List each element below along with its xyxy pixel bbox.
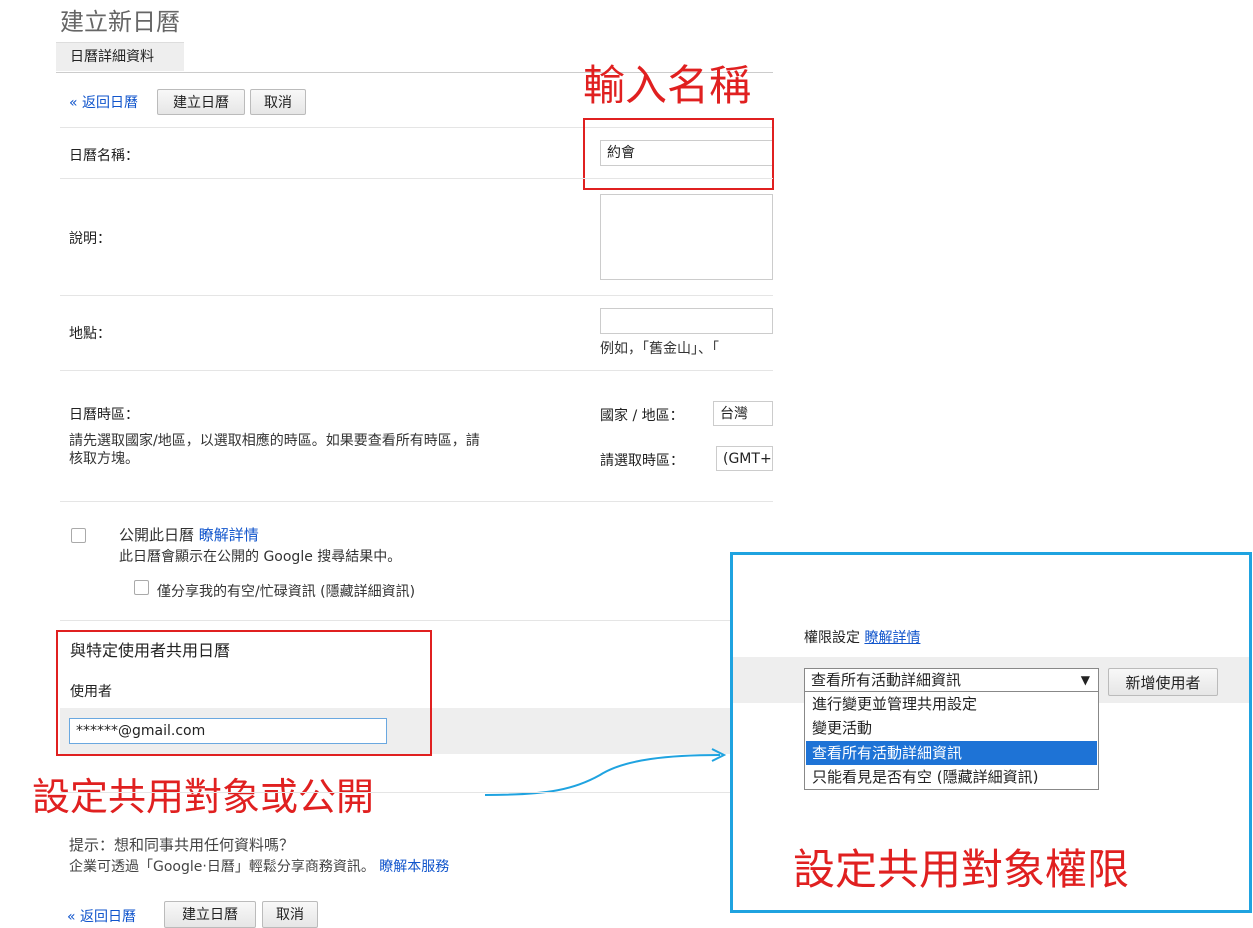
back-to-calendar-link-bottom[interactable]: « 返回日曆 bbox=[67, 906, 136, 926]
description-textarea[interactable] bbox=[600, 194, 773, 280]
annotation-set-share: 設定共用對象或公開 bbox=[32, 775, 375, 819]
location-label: 地點： bbox=[69, 326, 111, 342]
permissions-label: 權限設定 瞭解詳情 bbox=[804, 627, 920, 647]
permissions-select-value: 查看所有活動詳細資訊 bbox=[811, 671, 962, 689]
public-label-text: 公開此日曆 bbox=[119, 526, 195, 544]
cancel-button-bottom[interactable]: 取消 bbox=[262, 901, 318, 928]
location-input[interactable] bbox=[600, 308, 773, 334]
cancel-button[interactable]: 取消 bbox=[250, 89, 306, 115]
public-checkbox[interactable] bbox=[71, 528, 86, 543]
create-calendar-button[interactable]: 建立日曆 bbox=[157, 89, 245, 115]
tip-line-1: 提示：想和同事共用任何資料嗎？ bbox=[69, 836, 295, 854]
permission-option-view-all[interactable]: 查看所有活動詳細資訊 bbox=[806, 741, 1097, 765]
page-title: 建立新日曆 bbox=[60, 8, 180, 36]
zone-label: 請選取時區： bbox=[600, 453, 684, 469]
description-label: 說明： bbox=[69, 231, 111, 247]
public-description: 此日曆會顯示在公開的 Google 搜尋結果中。 bbox=[119, 549, 402, 565]
country-label: 國家 / 地區： bbox=[600, 408, 684, 424]
annotation-enter-name: 輸入名稱 bbox=[583, 61, 752, 110]
divider bbox=[60, 370, 773, 371]
create-calendar-button-bottom[interactable]: 建立日曆 bbox=[164, 901, 256, 928]
divider bbox=[60, 295, 773, 296]
permissions-learn-more-link[interactable]: 瞭解詳情 bbox=[864, 630, 920, 646]
learn-service-link[interactable]: 瞭解本服務 bbox=[379, 859, 449, 875]
busy-only-checkbox[interactable] bbox=[134, 580, 149, 595]
highlight-name-box bbox=[583, 118, 774, 190]
divider bbox=[60, 178, 773, 179]
divider bbox=[60, 792, 773, 793]
permission-option-free-busy[interactable]: 只能看見是否有空 (隱藏詳細資訊) bbox=[806, 765, 1097, 789]
calendar-name-label: 日曆名稱： bbox=[69, 148, 139, 164]
annotation-arrow bbox=[484, 748, 727, 796]
permission-option-edit[interactable]: 變更活動 bbox=[806, 716, 1097, 740]
chevron-down-icon: ▼ bbox=[1080, 673, 1090, 687]
tip-line-2-text: 企業可透過「Google‧日曆」輕鬆分享商務資訊。 bbox=[69, 859, 375, 875]
permission-option-manage[interactable]: 進行變更並管理共用設定 bbox=[806, 692, 1097, 716]
highlight-share-box bbox=[56, 630, 432, 756]
back-to-calendar-link[interactable]: « 返回日曆 bbox=[69, 92, 138, 112]
divider bbox=[60, 501, 773, 502]
country-select[interactable]: 台灣 bbox=[713, 401, 773, 426]
timezone-help-1: 請先選取國家/地區，以選取相應的時區。如果要查看所有時區，請 bbox=[69, 433, 480, 449]
public-label: 公開此日曆 瞭解詳情 bbox=[119, 524, 259, 545]
timezone-label: 日曆時區： bbox=[69, 407, 139, 423]
permissions-select[interactable]: 查看所有活動詳細資訊 ▼ bbox=[804, 668, 1099, 692]
add-user-button[interactable]: 新增使用者 bbox=[1108, 668, 1218, 696]
location-hint: 例如，「舊金山」、「 bbox=[600, 341, 719, 357]
permissions-label-text: 權限設定 bbox=[804, 630, 860, 646]
divider bbox=[60, 620, 773, 621]
busy-only-label: 僅分享我的有空/忙碌資訊 (隱藏詳細資訊) bbox=[157, 584, 416, 600]
timezone-help-2: 核取方塊。 bbox=[69, 451, 139, 467]
annotation-set-permission: 設定共用對象權限 bbox=[793, 845, 1130, 894]
zone-select[interactable]: (GMT+ bbox=[716, 446, 773, 471]
tab-calendar-details[interactable]: 日曆詳細資料 bbox=[56, 42, 184, 71]
public-learn-more-link[interactable]: 瞭解詳情 bbox=[199, 526, 259, 544]
tip-line-2: 企業可透過「Google‧日曆」輕鬆分享商務資訊。 瞭解本服務 bbox=[69, 856, 449, 876]
